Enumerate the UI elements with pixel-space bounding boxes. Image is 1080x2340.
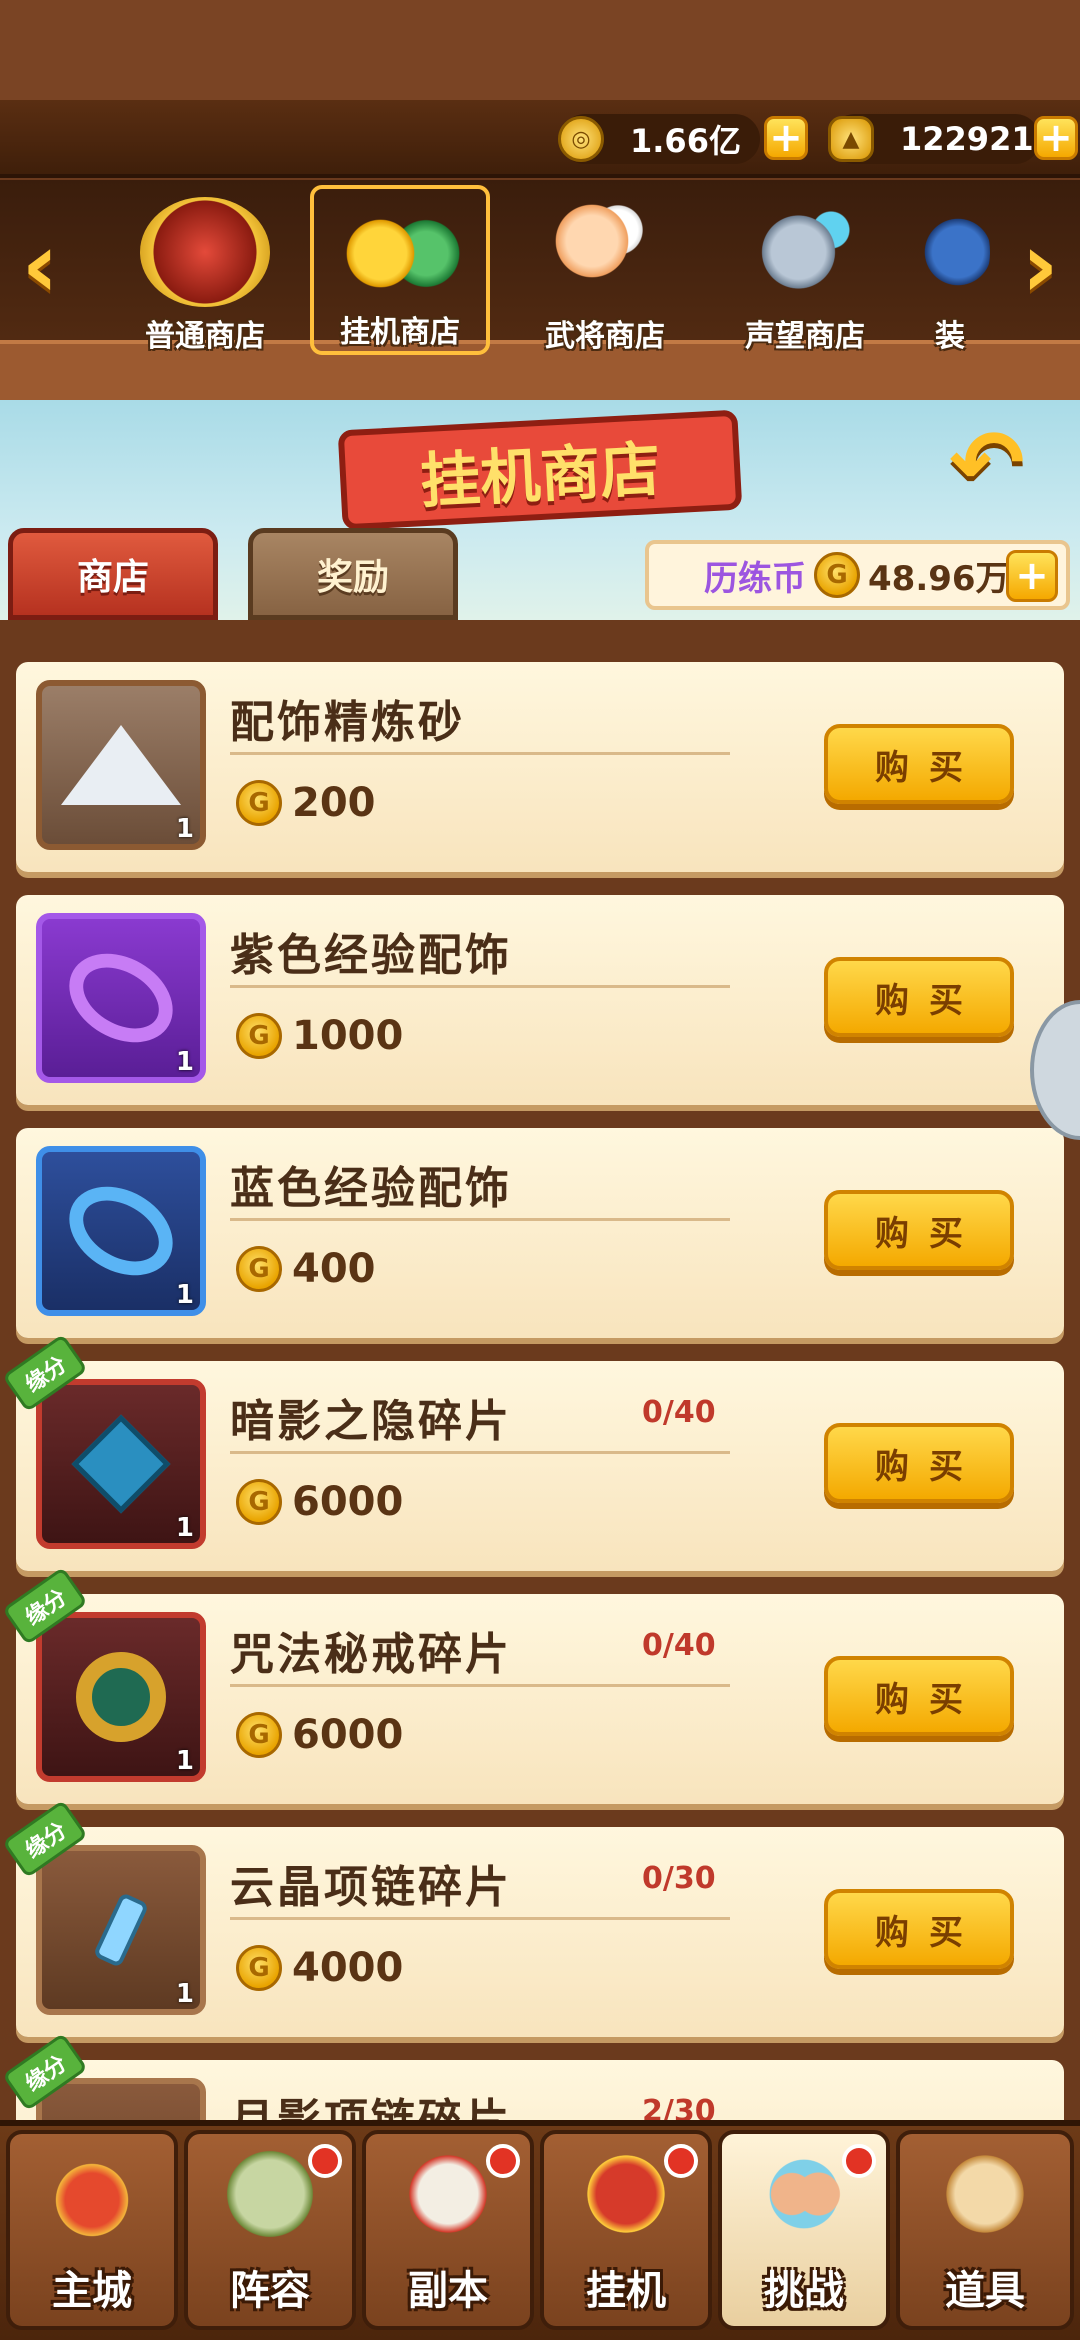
shop-item-card: 1 蓝色经验配饰 G 400 购买 [16,1128,1064,1338]
treasure-chest-icon [140,197,270,307]
city-gate-icon [32,2134,152,2254]
coin-bag-icon [335,193,465,303]
notification-dot [308,2144,342,2178]
spell-ring-fragment-icon: 1 [36,1612,206,1782]
nav-idle[interactable]: 挂机 [540,2130,712,2330]
fragment-count: 0/40 [642,1628,716,1663]
notification-dot [486,2144,520,2178]
shop-item-card: 1 紫色经验配饰 G 1000 购买 [16,895,1064,1105]
training-coin-add-button[interactable]: + [1006,550,1058,602]
merchant-icon [540,197,670,307]
training-coin-icon: G [814,552,860,598]
ingot-add-button[interactable]: + [1034,116,1078,160]
buy-button[interactable]: 购买 [824,1423,1014,1503]
buy-button[interactable]: 购买 [824,1190,1014,1270]
notification-dot [664,2144,698,2178]
back-arrow-icon[interactable]: ↶ [932,411,1042,516]
shadow-charm-fragment-icon: 1 [36,1379,206,1549]
item-name: 咒法秘戒碎片 [230,1629,512,1680]
notification-dot [842,2144,876,2178]
tab-equipment-shop[interactable]: 装 [910,185,990,355]
item-price: G 6000 [236,1712,403,1758]
armor-icon [740,197,870,307]
cloud-crystal-necklace-fragment-icon: 1 [36,1845,206,2015]
training-coin-icon: G [236,1712,282,1758]
divider [230,985,730,988]
item-list[interactable]: 1 配饰精炼砂 G 200 购买 1 紫色经验配饰 G 1000 购买 1 蓝色经验… [0,620,1080,2120]
training-coin-icon: G [236,1246,282,1292]
subtab-rewards[interactable]: 奖励 [248,528,458,620]
item-name: 配饰精炼砂 [230,697,465,748]
shop-item-card: 1 缘分 暗影之隐碎片 0/40 G 6000 购买 [2,1333,1064,1571]
item-bag-icon [925,2134,1045,2254]
tabs-next-arrow-icon[interactable]: › [1010,210,1070,320]
copper-coin-icon: ◎ [558,116,604,162]
buy-button[interactable]: 购买 [824,724,1014,804]
copper-add-button[interactable]: + [764,116,808,160]
item-name: 紫色经验配饰 [230,930,512,981]
tab-idle-shop[interactable]: 挂机商店 [310,185,490,355]
divider [230,1917,730,1920]
robe-icon [910,197,990,307]
item-name: 暗影之隐碎片 [230,1396,512,1447]
tabs-prev-arrow-icon[interactable]: ‹ [10,210,70,320]
status-area [0,0,1080,100]
training-coin-icon: G [236,1945,282,1991]
divider [230,1451,730,1454]
refining-sand-icon: 1 [36,680,206,850]
nav-main-city[interactable]: 主城 [6,2130,178,2330]
nav-lineup[interactable]: 阵容 [184,2130,356,2330]
tab-general-hero-shop[interactable]: 武将商店 [510,185,700,355]
nav-challenge[interactable]: 挑战 [718,2130,890,2330]
item-price: G 1000 [236,1013,403,1059]
shop-item-card: 1 缘分 咒法秘戒碎片 0/40 G 6000 购买 [2,1566,1064,1804]
fragment-count: 0/40 [642,1395,716,1430]
buy-button[interactable]: 购买 [824,1889,1014,1969]
item-price: G 400 [236,1246,376,1292]
divider [230,752,730,755]
fragment-count: 0/30 [642,1861,716,1896]
item-name: 云晶项链碎片 [230,1862,512,1913]
buy-button[interactable]: 购买 [824,1656,1014,1736]
training-coin-icon: G [236,1013,282,1059]
nav-dungeon[interactable]: 副本 [362,2130,534,2330]
tab-prestige-shop[interactable]: 声望商店 [710,185,900,355]
item-price: G 200 [236,780,376,826]
shop-title: 挂机商店 [337,409,743,531]
divider [230,1218,730,1221]
buy-button[interactable]: 购买 [824,957,1014,1037]
item-price: G 6000 [236,1479,403,1525]
item-name: 月影项链碎片 [230,2084,512,2120]
shop-item-card: 1 缘分 云晶项链碎片 0/30 G 4000 购买 [2,1799,1064,2037]
fragment-count: 2/30 [642,2094,716,2120]
subtab-shop[interactable]: 商店 [8,528,218,620]
purple-bracelet-icon: 1 [36,913,206,1083]
training-coin-icon: G [236,1479,282,1525]
tab-general-shop[interactable]: 普通商店 [110,185,300,355]
shop-item-card: 1 配饰精炼砂 G 200 购买 [16,662,1064,872]
nav-items[interactable]: 道具 [896,2130,1074,2330]
training-coin-icon: G [236,780,282,826]
shop-item-card: 缘分 月影项链碎片 2/30 [2,2032,1064,2120]
item-price: G 4000 [236,1945,403,1991]
ingot-icon: ▲ [828,116,874,162]
blue-bracelet-icon: 1 [36,1146,206,1316]
divider [230,1684,730,1687]
item-name: 蓝色经验配饰 [230,1163,512,1214]
